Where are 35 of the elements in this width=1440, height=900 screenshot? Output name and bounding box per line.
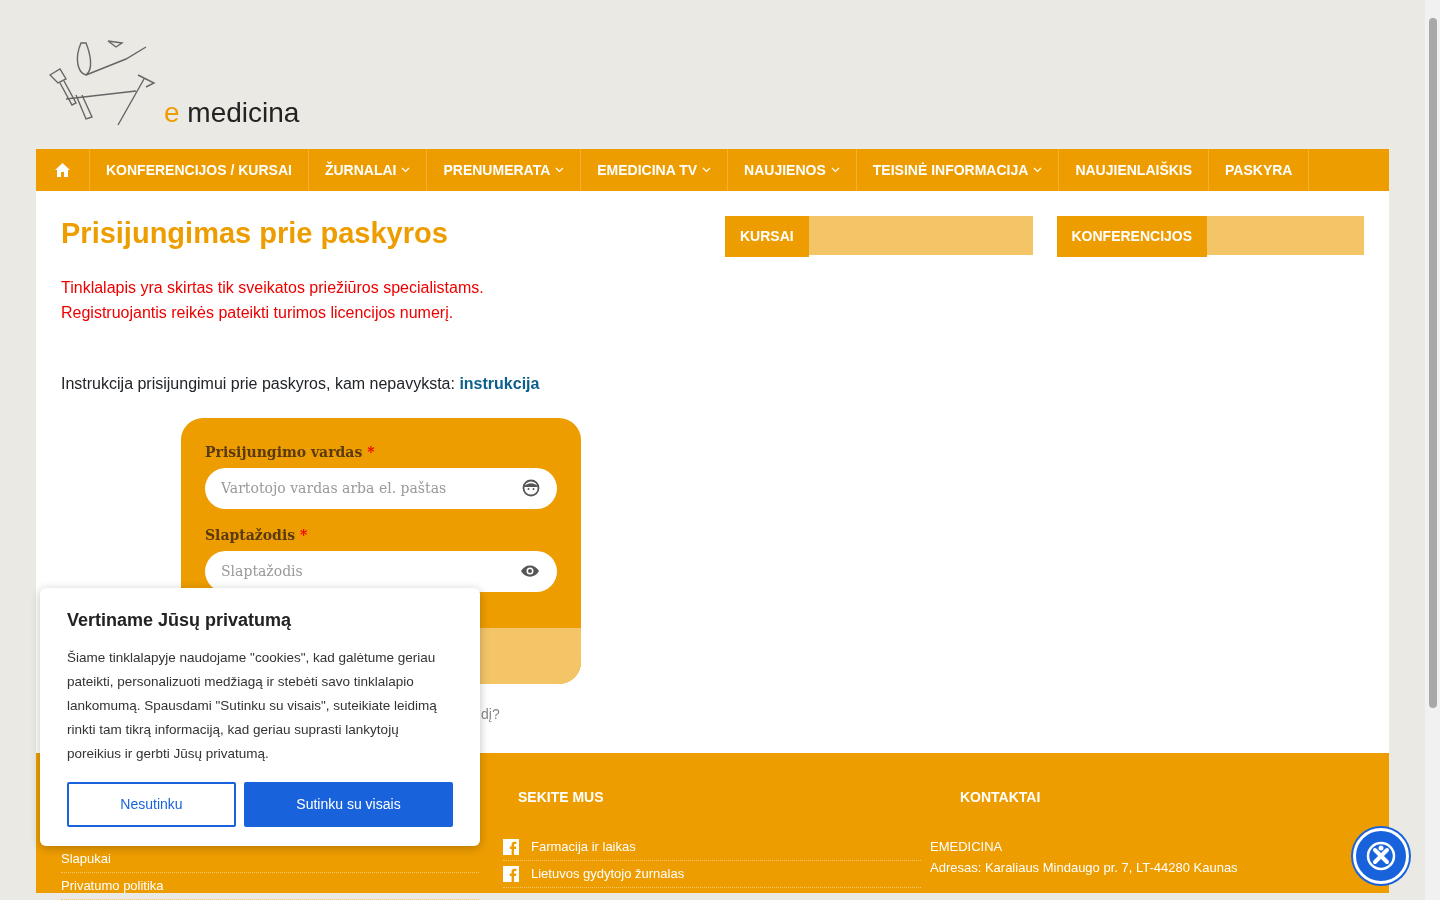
widget-title: KURSAI bbox=[725, 216, 809, 257]
decline-button[interactable]: Nesutinku bbox=[67, 781, 236, 827]
forgot-password-link[interactable]: dį? bbox=[481, 703, 701, 725]
scrollbar[interactable] bbox=[1425, 0, 1440, 900]
input-field[interactable]: Slaptažodis bbox=[205, 550, 557, 592]
site-logo-text[interactable]: e medicina bbox=[164, 99, 300, 127]
contact-text: EMEDICINA bbox=[930, 838, 1004, 856]
warning-text: Tinklalapis yra skirtas tik sveikatos priežiūros specialistams. bbox=[61, 277, 485, 298]
required-mark: * bbox=[300, 526, 308, 543]
footer-link[interactable]: Privatumo politika bbox=[61, 877, 479, 900]
accessibility-icon bbox=[1366, 841, 1396, 871]
contact-text: Adresas: Karaliaus Mindaugo pr. 7, LT-44280 Kaunas bbox=[930, 859, 1238, 877]
widget-title: KONFERENCIJOS bbox=[1056, 216, 1208, 257]
footer-link[interactable]: Slapukai bbox=[61, 850, 479, 873]
instruction-link[interactable]: instrukcija bbox=[459, 374, 540, 392]
social-link[interactable]: Lietuvos gydytojo žurnalas bbox=[531, 865, 685, 883]
facebook-icon bbox=[503, 839, 519, 855]
instruction-text: Instrukcija prisijungimui prie paskyros, kam nepavyksta: instrukcija bbox=[61, 373, 541, 394]
field-label: Slaptažodis * bbox=[205, 525, 309, 545]
warning-text: Registruojantis reikės pateikti turimos licencijos numerį. bbox=[61, 302, 455, 323]
input-field[interactable]: Vartotojo vardas arba el. paštas bbox=[205, 467, 557, 509]
home-icon bbox=[54, 162, 71, 178]
accessibility-button[interactable] bbox=[1353, 828, 1409, 884]
eye-icon[interactable] bbox=[520, 564, 540, 578]
facebook-icon bbox=[503, 866, 519, 882]
accept-button[interactable]: Sutinku su visais bbox=[244, 781, 453, 827]
face-icon bbox=[522, 479, 540, 498]
dialog-title: Vertiname Jūsų privatumą bbox=[67, 610, 293, 632]
required-mark: * bbox=[367, 443, 375, 460]
page-title: Prisijungimas prie paskyros bbox=[61, 216, 449, 251]
dialog-text: Šiame tinklalapyje naudojame "cookies", kad galėtume geriau pateikti, personalizuoti medžiagą ir stebėti savo tinklalapio lankomumą. Spausdami "Sutinku su visais", suteikiate leidimą rinkti tam tikrą informaciją, kad geriau suprasti lankytojų poreikius ir gerbti Jūsų privatumą. bbox=[67, 648, 438, 763]
social-link[interactable]: Farmacija ir laikas bbox=[531, 838, 636, 856]
footer-heading: SEKITE MUS bbox=[517, 788, 605, 807]
footer-heading: KONTAKTAI bbox=[959, 788, 1042, 807]
field-label: Prisijungimo vardas * bbox=[205, 442, 376, 462]
